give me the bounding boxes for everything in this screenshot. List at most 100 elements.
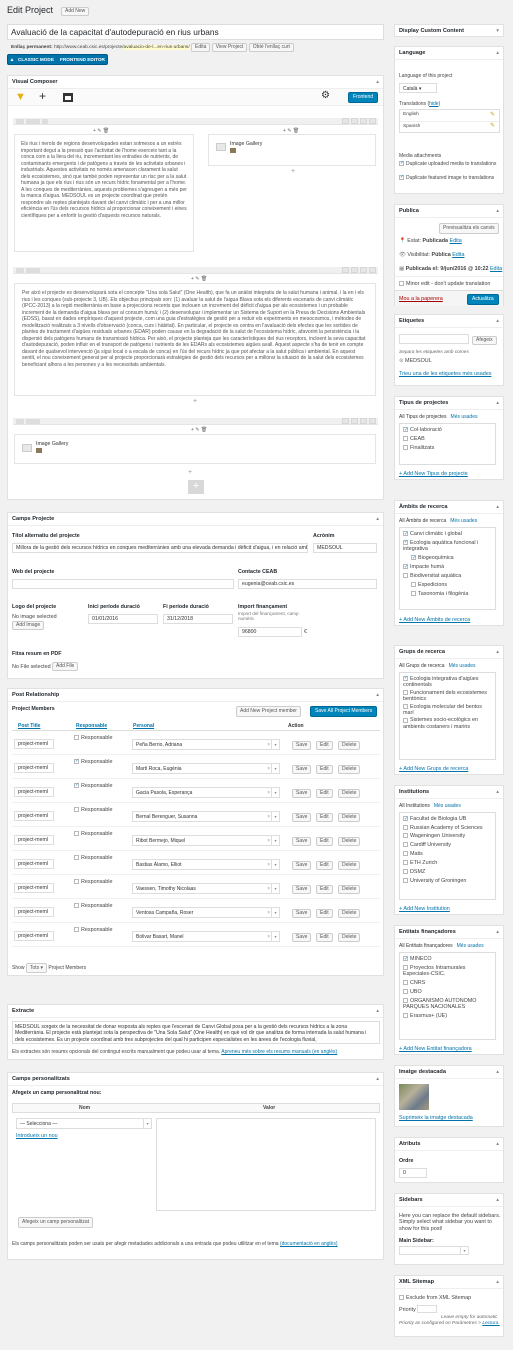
collapse-icon[interactable]: ▴ xyxy=(496,47,499,60)
add-row-button[interactable]: + xyxy=(188,480,204,494)
checklist-item[interactable]: CNRS xyxy=(403,979,492,988)
edit-row-button[interactable]: Edit xyxy=(316,933,333,942)
checklist-item[interactable]: University of Groningen xyxy=(403,877,492,886)
preview-button[interactable]: Previsualitza els canvis xyxy=(439,223,499,234)
collapse-icon[interactable]: ▴ xyxy=(376,1073,379,1086)
responsable-checkbox[interactable]: Responsable xyxy=(74,879,112,885)
custom-help-link[interactable]: (documentació en anglès) xyxy=(280,1241,338,1247)
clear-icon[interactable]: × xyxy=(267,788,270,797)
chevron-down-icon[interactable]: ▾ xyxy=(271,884,279,893)
checklist-item[interactable]: Funcionament dels ecosistemes bentònics xyxy=(403,690,492,703)
personal-select[interactable]: Vaessen, Timothy Nicolaas × ▾ xyxy=(132,883,280,894)
delete-icon[interactable] xyxy=(369,418,376,424)
personal-select[interactable]: Ribot Bermejo, Miquel × ▾ xyxy=(132,835,280,846)
edit-row-button[interactable]: Edit xyxy=(316,861,333,870)
save-row-button[interactable]: Save xyxy=(292,861,312,870)
clear-icon[interactable]: × xyxy=(267,932,270,941)
save-row-button[interactable]: Save xyxy=(292,741,312,750)
clear-icon[interactable]: × xyxy=(267,884,270,893)
save-row-button[interactable]: Save xyxy=(292,933,312,942)
text-block-1[interactable]: Els rius i rierols de regions desenvolup… xyxy=(14,134,194,252)
responsable-checkbox[interactable]: Responsable xyxy=(74,735,112,741)
save-row-button[interactable]: Save xyxy=(292,885,312,894)
tipus-add-link[interactable]: + Add New Tipus de projecte xyxy=(399,471,468,477)
checklist-item[interactable]: Ecologia integrativa d'aigües continenta… xyxy=(403,676,492,689)
add-custom-field-button[interactable]: Afegeix un camp personalitzat xyxy=(18,1217,93,1228)
tab-most-used[interactable]: Més usades xyxy=(450,518,477,524)
show-select[interactable]: Tots ▾ xyxy=(25,963,47,973)
edit-row-button[interactable]: Edit xyxy=(316,741,333,750)
clear-icon[interactable]: × xyxy=(267,812,270,821)
grups-add-link[interactable]: + Add New Grups de recerca xyxy=(399,766,468,772)
clear-icon[interactable]: × xyxy=(267,740,270,749)
checklist-item[interactable]: CEAB xyxy=(403,435,492,444)
fi-field[interactable]: 31/12/2018 xyxy=(163,614,233,624)
featured-image-thumbnail[interactable] xyxy=(399,1084,429,1110)
settings-gear-icon[interactable]: ⚙ xyxy=(321,90,330,101)
image-gallery-1[interactable]: Image Gallery xyxy=(208,134,376,166)
delete-icon[interactable] xyxy=(369,267,376,273)
lectura-link[interactable]: Lectura. xyxy=(482,1321,499,1326)
remove-featured-image-link[interactable]: Suprimeix la imatge destacada xyxy=(399,1115,473,1121)
collapse-icon[interactable]: ▴ xyxy=(496,646,499,659)
responsable-checkbox[interactable]: Responsable xyxy=(74,807,112,813)
edit-row-button[interactable]: Edit xyxy=(316,813,333,822)
view-project-button[interactable]: View Project xyxy=(211,43,248,52)
add-element-icon[interactable]: + xyxy=(193,398,197,405)
row-controls[interactable] xyxy=(13,118,378,125)
edit-pencil-icon[interactable]: ✎ xyxy=(490,111,495,118)
minor-edit-checkbox[interactable]: Minor edit - don't update translation xyxy=(399,281,490,287)
excerpt-textarea[interactable]: MEDSOUL sorgeix de la necessitat de dona… xyxy=(12,1021,380,1044)
enter-new-link[interactable]: Introdueix un nou xyxy=(16,1133,58,1139)
delete-row-button[interactable]: Delete xyxy=(338,765,361,774)
contact-field[interactable]: eugenia@ceab.csic.es xyxy=(238,579,377,589)
frontend-editor-button[interactable]: FRONTEND EDITOR xyxy=(60,57,105,62)
tab-all[interactable]: All Grups de recerca xyxy=(399,663,445,669)
language-select[interactable]: Català ▾ xyxy=(399,83,437,93)
checklist-item[interactable]: Biodiversitat aquàtica xyxy=(403,572,492,581)
tab-all[interactable]: All Àmbits de recerca xyxy=(399,518,446,524)
entitats-add-link[interactable]: + Add New Entitat finançadora xyxy=(399,1046,472,1052)
personal-select[interactable]: Peña Berrio, Adriana × ▾ xyxy=(132,739,280,750)
checklist-item[interactable]: Cardiff University xyxy=(403,841,492,850)
edit-row-button[interactable]: Edit xyxy=(316,909,333,918)
collapse-icon[interactable]: ▴ xyxy=(496,1138,499,1151)
chevron-down-icon[interactable]: ▾ xyxy=(271,740,279,749)
media-option-2[interactable]: Duplicate featured image to translations xyxy=(399,174,503,181)
delete-row-button[interactable]: Delete xyxy=(338,813,361,822)
add-file-button[interactable]: Add File xyxy=(52,662,79,671)
clone-icon[interactable] xyxy=(360,418,367,424)
titol-field[interactable]: Millora de la gestió dels recursos hídri… xyxy=(12,543,308,553)
acronim-field[interactable]: MEDSOUL xyxy=(313,543,377,553)
delete-row-button[interactable]: Delete xyxy=(338,885,361,894)
add-column-icon[interactable] xyxy=(42,119,48,124)
collapse-icon[interactable]: ▴ xyxy=(376,1005,379,1018)
checklist-item[interactable]: MINECO xyxy=(403,955,492,964)
collapse-icon[interactable]: ▴ xyxy=(376,689,379,702)
update-button[interactable]: Actualitza xyxy=(467,294,499,305)
post-title-field[interactable]: project-meml xyxy=(14,763,54,773)
checklist-item[interactable]: UBO xyxy=(403,988,492,997)
post-title-field[interactable]: project-meml xyxy=(14,811,54,821)
templates-icon[interactable] xyxy=(63,93,73,102)
collapse-icon[interactable]: ▴ xyxy=(496,786,499,799)
checklist-item[interactable]: ETH Zurich xyxy=(403,859,492,868)
checklist-item[interactable]: Matis xyxy=(403,850,492,859)
chevron-down-icon[interactable]: ▾ xyxy=(271,908,279,917)
post-title-field[interactable]: project-meml xyxy=(14,883,54,893)
toggle-icon[interactable] xyxy=(342,118,349,124)
responsable-checkbox[interactable]: Responsable xyxy=(74,758,112,765)
collapse-icon[interactable]: ▴ xyxy=(496,501,499,514)
checklist-item[interactable]: Canvi climàtic i global xyxy=(403,530,492,539)
delete-row-button[interactable]: Delete xyxy=(338,837,361,846)
col-responsable[interactable]: Responsable xyxy=(76,723,107,729)
collapse-icon[interactable]: ▴ xyxy=(496,926,499,939)
toggle-icon[interactable] xyxy=(342,418,349,424)
permalink-edit-button[interactable]: Edita xyxy=(191,43,211,52)
edit-icon[interactable] xyxy=(351,418,358,424)
add-new-button[interactable]: Add New xyxy=(61,7,90,16)
edit-row-button[interactable]: Edit xyxy=(316,837,333,846)
collapse-icon[interactable]: ▴ xyxy=(496,1276,499,1289)
row-controls[interactable] xyxy=(13,267,378,274)
post-title-field[interactable]: project-meml xyxy=(14,739,54,749)
